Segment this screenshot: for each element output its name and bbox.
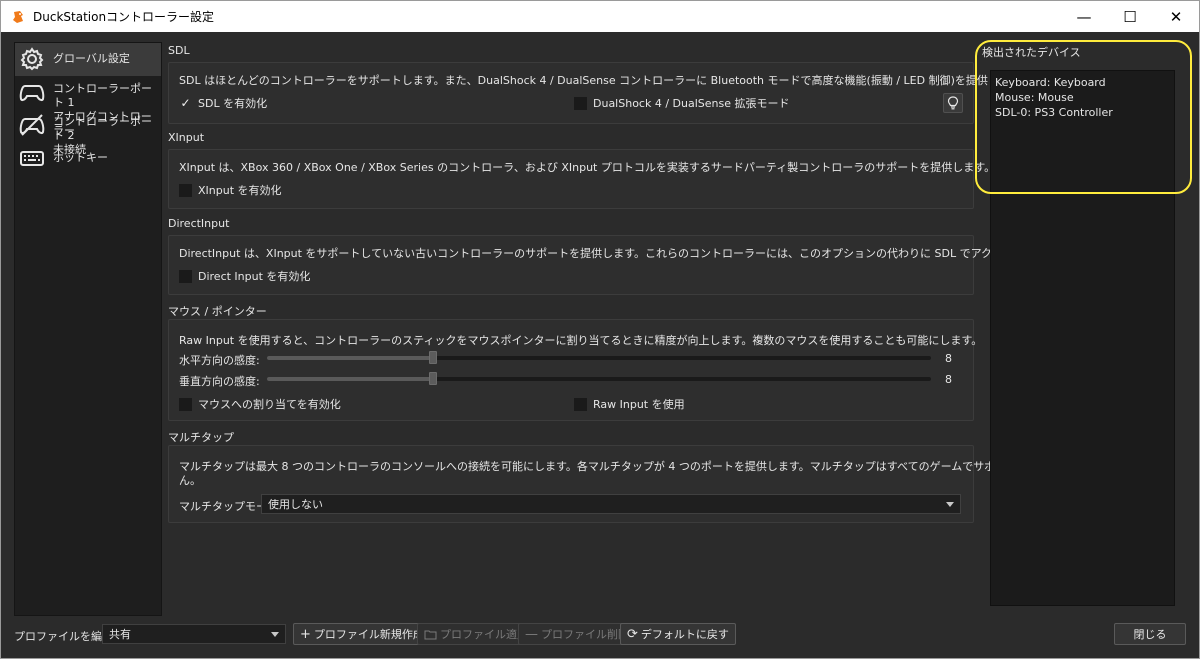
checkbox-label: Direct Input を有効化 [198, 270, 311, 283]
xinput-section-title: XInput [168, 131, 205, 144]
sidebar-item-controller-port-1[interactable]: コントローラーポート 1 アナログコントローラー [15, 76, 161, 137]
vertical-sensitivity-label: 垂直方向の感度: [179, 375, 260, 388]
sdl-description: SDL はほとんどのコントローラーをサポートします。また、DualShock 4… [179, 74, 1031, 87]
vertical-sensitivity-value: 8 [945, 373, 952, 386]
directinput-group: DirectInput は、XInput をサポートしていない古いコントローラー… [168, 235, 1145, 295]
mouse-mapping-checkbox[interactable]: マウスへの割り当てを有効化 [179, 396, 341, 412]
gamepad-icon [19, 85, 45, 101]
mouse-section-title: マウス / ポインター [168, 305, 267, 318]
window-title: DuckStationコントローラー設定 [33, 10, 215, 24]
select-value: 使用しない [268, 498, 323, 511]
minimize-button[interactable]: — [1061, 1, 1107, 33]
multitap-description-cont: ん。 [179, 474, 201, 487]
mouse-description: Raw Input を使用すると、コントローラーのスティックをマウスポインターに… [179, 334, 983, 347]
slider-fill [267, 356, 433, 360]
close-button[interactable]: 閉じる [1114, 623, 1186, 645]
delete-profile-button[interactable]: — プロファイル削除 [518, 623, 636, 645]
title-bar: DuckStationコントローラー設定 — ☐ ✕ [0, 0, 1200, 32]
detected-devices-title: 検出されたデバイス [982, 46, 1081, 59]
sidebar-item-label: グローバル設定 [53, 52, 130, 65]
plus-icon: + [300, 626, 311, 642]
duck-logo-icon [13, 10, 23, 23]
list-item[interactable]: SDL-0: PS3 Controller [995, 105, 1170, 120]
checkbox-box [574, 96, 587, 110]
slider-handle[interactable] [429, 351, 437, 364]
horizontal-sensitivity-slider[interactable] [267, 351, 931, 364]
button-label: 閉じる [1133, 628, 1167, 641]
sidebar-item-global-settings[interactable]: グローバル設定 [15, 43, 161, 76]
directinput-section-title: DirectInput [168, 217, 230, 230]
keyboard-icon [20, 151, 44, 166]
checkbox-box [179, 183, 192, 197]
sidebar-item-label: ホットキー [53, 151, 108, 164]
chevron-down-icon [946, 502, 954, 507]
sidebar-item-label: コントローラーポート 2 [53, 115, 152, 142]
raw-input-checkbox[interactable]: Raw Input を使用 [574, 396, 685, 412]
multitap-group: マルチタップは最大 8 つのコントローラのコンソールへの接続を可能にします。各マ… [168, 445, 1160, 523]
lightbulb-icon [947, 96, 959, 110]
refresh-icon: ⟳ [627, 626, 638, 642]
list-item[interactable]: Keyboard: Keyboard [995, 75, 1170, 90]
checkbox-label: DualShock 4 / DualSense 拡張モード [593, 97, 790, 110]
checkbox-box [574, 397, 587, 411]
new-profile-button[interactable]: + プロファイル新規作成 [293, 623, 431, 645]
sdl-enable-checkbox[interactable]: ✓ SDL を有効化 [179, 95, 267, 111]
gear-icon [20, 47, 44, 71]
horizontal-sensitivity-value: 8 [945, 352, 952, 365]
checkbox-box [179, 269, 192, 283]
restore-defaults-button[interactable]: ⟳ デフォルトに戻す [620, 623, 736, 645]
select-value: 共有 [109, 628, 131, 641]
sdl-section-title: SDL [168, 44, 190, 57]
close-window-button[interactable]: ✕ [1153, 1, 1199, 33]
settings-sidebar: グローバル設定 コントローラーポート 1 アナログコントローラー コントローラー… [14, 42, 162, 616]
slider-fill [267, 377, 433, 381]
profile-select[interactable]: 共有 [102, 624, 286, 644]
xinput-enable-checkbox[interactable]: XInput を有効化 [179, 182, 282, 198]
button-label: プロファイル適用 [440, 628, 528, 641]
vertical-sensitivity-slider[interactable] [267, 372, 931, 385]
checkbox-label: Raw Input を使用 [593, 398, 685, 411]
multitap-section-title: マルチタップ [168, 431, 234, 444]
checkbox-label: SDL を有効化 [198, 97, 268, 110]
detected-devices-list[interactable]: Keyboard: Keyboard Mouse: Mouse SDL-0: P… [990, 70, 1175, 606]
xinput-description: XInput は、XBox 360 / XBox One / XBox Seri… [179, 161, 996, 174]
checkbox-label: マウスへの割り当てを有効化 [198, 398, 341, 411]
minus-icon: — [525, 626, 538, 642]
maximize-button[interactable]: ☐ [1107, 1, 1153, 33]
sidebar-item-controller-port-2[interactable]: コントローラーポート 2 未接続 [15, 109, 161, 156]
multitap-mode-select[interactable]: 使用しない [261, 494, 961, 514]
ds4-enhanced-checkbox[interactable]: DualShock 4 / DualSense 拡張モード [574, 95, 790, 111]
list-item[interactable]: Mouse: Mouse [995, 90, 1170, 105]
horizontal-sensitivity-label: 水平方向の感度: [179, 354, 260, 367]
checkbox-label: XInput を有効化 [198, 184, 282, 197]
slider-handle[interactable] [429, 372, 437, 385]
mouse-group: Raw Input を使用すると、コントローラーのスティックをマウスポインターに… [168, 319, 982, 421]
button-label: プロファイル削除 [541, 628, 629, 641]
button-label: プロファイル新規作成 [313, 628, 424, 641]
checkbox-box [179, 397, 192, 411]
checkmark-icon: ✓ [180, 96, 191, 110]
sidebar-item-label: コントローラーポート 1 [53, 82, 152, 109]
xinput-group: XInput は、XBox 360 / XBox One / XBox Seri… [168, 149, 995, 209]
button-label: デフォルトに戻す [640, 628, 729, 641]
chevron-down-icon [271, 632, 279, 637]
folder-icon [424, 630, 437, 639]
sdl-group: SDL はほとんどのコントローラーをサポートします。また、DualShock 4… [168, 62, 1031, 124]
directinput-enable-checkbox[interactable]: Direct Input を有効化 [179, 268, 310, 284]
sdl-help-button[interactable] [943, 93, 963, 113]
gamepad-disconnected-icon [19, 114, 45, 136]
